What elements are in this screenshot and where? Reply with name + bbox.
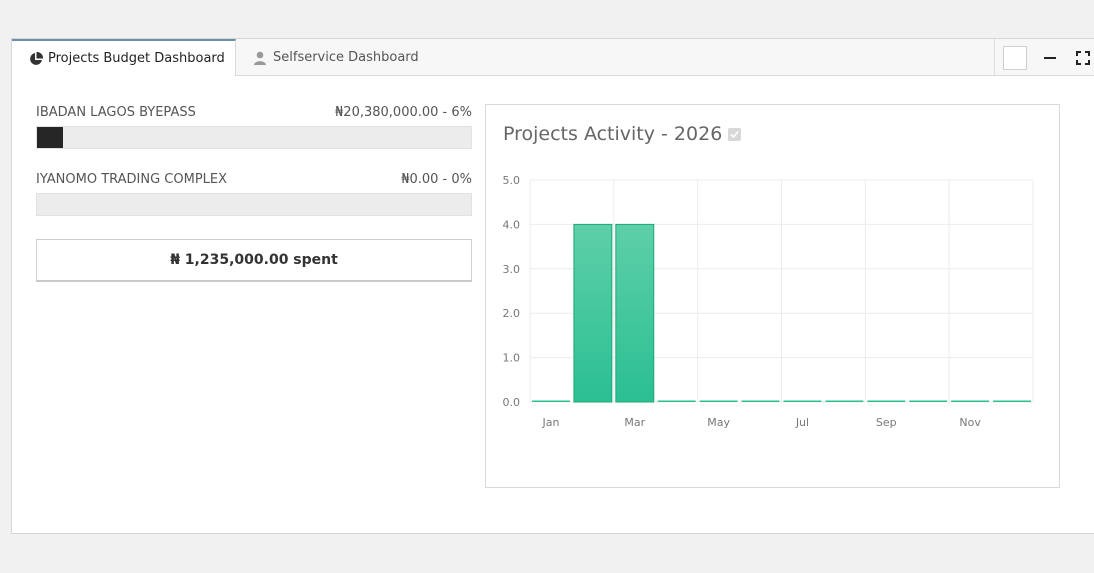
y-tick-label: 5.0 xyxy=(503,174,521,187)
bar-may[interactable] xyxy=(699,400,738,403)
x-tick-label: Mar xyxy=(624,416,645,429)
activity-chart: 0.0 1.0 2.0 3.0 4.0 5.0 Jan Mar May Jul Sep Nov xyxy=(503,174,1034,429)
bar-dec[interactable] xyxy=(993,400,1031,403)
y-tick-label: 4.0 xyxy=(503,218,521,231)
project-name: IYANOMO TRADING COMPLEX xyxy=(36,172,228,187)
progress-fill xyxy=(37,127,64,148)
bar-jul[interactable] xyxy=(783,400,822,403)
divider xyxy=(994,39,995,76)
x-tick-label: Nov xyxy=(959,416,981,429)
projects-activity-card: Projects Activity - 2026 0.0 1.0 2.0 3.0 4.0… xyxy=(485,104,1060,488)
project-budget-item: IYANOMO TRADING COMPLEX ₦0.00 - 0% xyxy=(36,172,472,216)
bar-sep[interactable] xyxy=(867,400,906,403)
pie-chart-icon xyxy=(29,51,44,66)
progress-bar xyxy=(36,193,472,216)
bar-jun[interactable] xyxy=(741,400,780,403)
y-tick-label: 1.0 xyxy=(503,352,521,365)
tab-label: Projects Budget Dashboard xyxy=(48,51,225,66)
bar-nov[interactable] xyxy=(951,400,990,403)
fullscreen-icon[interactable] xyxy=(1072,45,1094,71)
project-name: IBADAN LAGOS BYEPASS xyxy=(36,105,196,120)
y-tick-label: 2.0 xyxy=(503,307,521,320)
project-amount: ₦0.00 - 0% xyxy=(401,172,472,187)
tab-label: Selfservice Dashboard xyxy=(273,50,419,65)
spent-total: ₦ 1,235,000.00 spent xyxy=(36,239,472,282)
x-tick-label: Sep xyxy=(876,416,897,429)
square-icon[interactable] xyxy=(1003,46,1027,70)
y-tick-label: 0.0 xyxy=(503,396,521,409)
project-budget-item: IBADAN LAGOS BYEPASS ₦20,380,000.00 - 6% xyxy=(36,105,472,149)
bar-oct[interactable] xyxy=(909,400,948,403)
bar-feb[interactable] xyxy=(573,223,613,403)
tab-projects-budget-dashboard[interactable]: Projects Budget Dashboard xyxy=(12,39,236,76)
dashboard-panel: Projects Budget Dashboard Selfservice Da… xyxy=(11,38,1094,534)
tab-selfservice-dashboard[interactable]: Selfservice Dashboard xyxy=(254,39,419,76)
x-tick-label: Jul xyxy=(795,416,809,429)
minimize-icon[interactable] xyxy=(1039,45,1061,71)
user-icon xyxy=(254,51,268,65)
tab-bar: Projects Budget Dashboard Selfservice Da… xyxy=(12,39,1094,76)
progress-bar xyxy=(36,126,472,149)
bar-aug[interactable] xyxy=(825,400,864,403)
x-tick-label: May xyxy=(707,416,730,429)
bar-apr[interactable] xyxy=(657,400,696,403)
project-amount: ₦20,380,000.00 - 6% xyxy=(335,105,472,120)
bar-mar[interactable] xyxy=(615,223,655,403)
x-tick-label: Jan xyxy=(541,416,559,429)
bar-jan[interactable] xyxy=(532,400,570,403)
y-tick-label: 3.0 xyxy=(503,263,521,276)
